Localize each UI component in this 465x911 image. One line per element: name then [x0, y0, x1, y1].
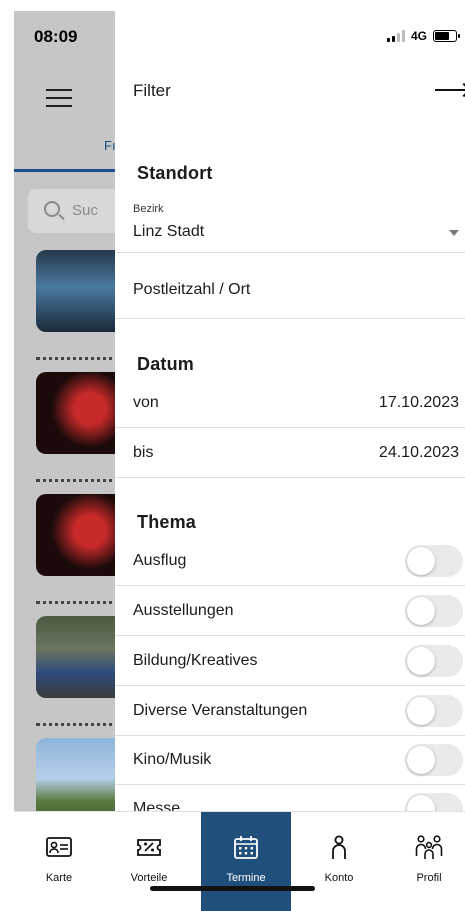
nav-label: Karte [45, 872, 73, 884]
date-to-label: bis [133, 443, 154, 461]
nav-item-termine[interactable]: Termine [201, 812, 291, 911]
date-to-row[interactable]: bis 24.10.2023 [133, 428, 465, 477]
theme-label: Diverse Veranstaltungen [133, 701, 308, 719]
filter-drawer: 4G Filter Standort Bezirk Linz Stadt Pos… [115, 11, 465, 825]
section-heading-standort: Standort [137, 163, 213, 183]
signal-icon [386, 30, 405, 42]
section-heading-datum: Datum [137, 354, 195, 374]
theme-row-kino[interactable]: Kino/Musik [133, 735, 465, 784]
separator-dots [36, 723, 126, 727]
status-indicators: 4G [386, 29, 460, 43]
event-thumbnail[interactable] [36, 494, 126, 576]
tab-indicator [14, 169, 124, 172]
theme-label: Ausstellungen [133, 601, 234, 619]
ticket-percent-icon [137, 839, 161, 856]
date-from-label: von [133, 393, 159, 411]
nav-label: Vorteile [130, 872, 168, 884]
theme-row-diverse[interactable]: Diverse Veranstaltungen [133, 686, 465, 735]
date-to-value[interactable]: 24.10.2023 [379, 444, 459, 462]
event-thumbnail[interactable] [36, 250, 126, 332]
nav-item-profil[interactable]: Profil [384, 812, 465, 911]
nav-item-karte[interactable]: Karte [14, 812, 104, 911]
nav-item-konto[interactable]: Konto [294, 812, 384, 911]
close-arrow-icon[interactable] [435, 89, 465, 91]
id-card-icon [46, 837, 72, 857]
family-icon [415, 835, 443, 859]
network-label: 4G [410, 29, 427, 43]
search-icon [44, 201, 60, 217]
theme-label: Ausflug [133, 551, 187, 569]
background-tab-label[interactable]: Fı [104, 138, 116, 153]
divider [115, 252, 465, 253]
battery-icon [433, 30, 460, 42]
theme-toggle[interactable] [405, 544, 463, 577]
menu-icon[interactable] [46, 89, 72, 107]
date-from-row[interactable]: von 17.10.2023 [133, 378, 465, 427]
divider [115, 477, 465, 478]
date-from-value[interactable]: 17.10.2023 [379, 394, 459, 412]
plz-input[interactable]: Postleitzahl / Ort [133, 265, 465, 314]
theme-row-ausflug[interactable]: Ausflug [133, 536, 465, 585]
event-thumbnail[interactable] [36, 616, 126, 698]
theme-toggle[interactable] [405, 743, 463, 776]
theme-toggle[interactable] [405, 694, 463, 727]
nav-label: Termine [226, 872, 266, 884]
calendar-icon [234, 836, 258, 859]
home-indicator[interactable] [150, 886, 315, 891]
separator-dots [36, 601, 126, 605]
bezirk-label: Bezirk [133, 203, 164, 215]
separator-dots [36, 357, 126, 361]
search-placeholder: Suc [72, 202, 98, 219]
theme-toggle[interactable] [405, 594, 463, 627]
bezirk-select[interactable]: Linz Stadt [133, 223, 204, 241]
divider [115, 318, 465, 319]
bottom-nav: Karte Vorteile Termine Konto Profil [14, 811, 465, 911]
plz-placeholder: Postleitzahl / Ort [133, 280, 251, 298]
theme-label: Bildung/Kreatives [133, 651, 258, 669]
theme-row-bildung[interactable]: Bildung/Kreatives [133, 636, 465, 685]
theme-label: Kino/Musik [133, 750, 212, 768]
person-icon [332, 835, 346, 859]
theme-toggle[interactable] [405, 644, 463, 677]
drawer-title: Filter [133, 81, 171, 100]
nav-label: Profil [416, 872, 442, 884]
section-heading-thema: Thema [137, 512, 197, 532]
theme-row-ausstellungen[interactable]: Ausstellungen [133, 586, 465, 635]
event-thumbnail[interactable] [36, 372, 126, 454]
status-time: 08:09 [34, 27, 78, 46]
phone-screen: 08:09 Fı Suc 4G Filter Standort Bezirk L… [14, 11, 465, 911]
separator-dots [36, 479, 126, 483]
nav-label: Konto [324, 872, 354, 884]
dropdown-caret-icon[interactable] [449, 230, 459, 236]
nav-item-vorteile[interactable]: Vorteile [104, 812, 194, 911]
